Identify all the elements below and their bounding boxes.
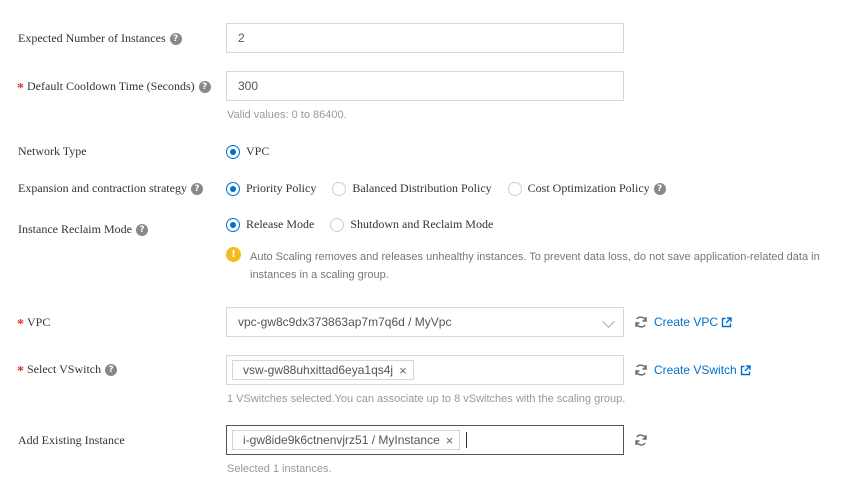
strategy-label: Expansion and contraction strategy ?	[18, 181, 203, 196]
reclaim-warning-text: Auto Scaling removes and releases unheal…	[250, 251, 820, 281]
refresh-icon[interactable]	[634, 363, 648, 377]
chevron-down-icon	[602, 315, 615, 328]
radio-checked-icon[interactable]	[226, 144, 240, 159]
radio-balanced-distribution-policy[interactable]: Balanced Distribution Policy	[332, 181, 492, 196]
reclaim-mode-label: Instance Reclaim Mode ?	[18, 222, 148, 237]
create-vpc-link[interactable]: Create VPC	[654, 315, 732, 329]
radio-unchecked-icon[interactable]	[332, 181, 347, 196]
radio-unchecked-icon[interactable]	[507, 181, 522, 196]
radio-unchecked-icon[interactable]	[330, 217, 345, 232]
network-type-radio-group: VPC	[226, 144, 285, 159]
radio-shutdown-reclaim-mode[interactable]: Shutdown and Reclaim Mode	[330, 217, 493, 232]
instance-tag: i-gw8ide9k6ctnenvjrz51 / MyInstance ×	[232, 430, 461, 450]
external-link-icon	[740, 364, 751, 375]
existing-instance-label: Add Existing Instance	[18, 433, 125, 447]
help-icon[interactable]: ?	[190, 182, 203, 195]
radio-checked-icon[interactable]	[226, 217, 240, 232]
required-marker: *	[17, 364, 24, 379]
vpc-select[interactable]: vpc-gw8c9dx373863ap7m7q6d / MyVpc	[226, 307, 624, 337]
strategy-radio-group: Priority Policy Balanced Distribution Po…	[226, 181, 666, 196]
vswitch-hint: 1 VSwitches selected.You can associate u…	[227, 393, 626, 405]
required-marker: *	[17, 81, 24, 96]
expected-instances-label: Expected Number of Instances ?	[18, 31, 182, 46]
radio-priority-policy[interactable]: Priority Policy	[226, 181, 316, 196]
cooldown-hint: Valid values: 0 to 86400.	[227, 109, 347, 121]
vswitch-select[interactable]: vsw-gw88uhxittad6eya1qs4j ×	[226, 355, 624, 385]
vpc-label: VPC	[27, 315, 51, 329]
help-icon[interactable]: ?	[198, 80, 211, 93]
radio-release-mode[interactable]: Release Mode	[226, 217, 314, 232]
help-icon[interactable]: ?	[169, 32, 182, 45]
warning-icon: !	[226, 247, 241, 262]
close-icon[interactable]: ×	[446, 433, 454, 448]
help-icon[interactable]: ?	[653, 182, 666, 195]
refresh-icon[interactable]	[634, 433, 648, 447]
radio-checked-icon[interactable]	[226, 181, 240, 196]
expected-instances-input[interactable]: 2	[226, 23, 624, 53]
help-icon[interactable]: ?	[135, 223, 148, 236]
cooldown-input[interactable]: 300	[226, 71, 624, 101]
create-vswitch-link[interactable]: Create VSwitch	[654, 363, 751, 377]
radio-vpc[interactable]: VPC	[226, 144, 269, 159]
help-icon[interactable]: ?	[105, 363, 118, 376]
radio-cost-optimization-policy[interactable]: Cost Optimization Policy ?	[507, 181, 666, 196]
required-marker: *	[17, 317, 24, 332]
cooldown-label: Default Cooldown Time (Seconds) ?	[27, 79, 211, 94]
existing-instance-input[interactable]: i-gw8ide9k6ctnenvjrz51 / MyInstance ×	[226, 425, 624, 455]
existing-instance-hint: Selected 1 instances.	[227, 463, 332, 475]
vswitch-tag: vsw-gw88uhxittad6eya1qs4j ×	[232, 360, 414, 380]
close-icon[interactable]: ×	[399, 363, 407, 378]
refresh-icon[interactable]	[634, 315, 648, 329]
external-link-icon	[721, 316, 732, 327]
network-type-label: Network Type	[18, 144, 87, 158]
text-cursor	[466, 432, 468, 448]
vswitch-label: Select VSwitch ?	[27, 362, 118, 377]
reclaim-radio-group: Release Mode Shutdown and Reclaim Mode	[226, 217, 509, 232]
